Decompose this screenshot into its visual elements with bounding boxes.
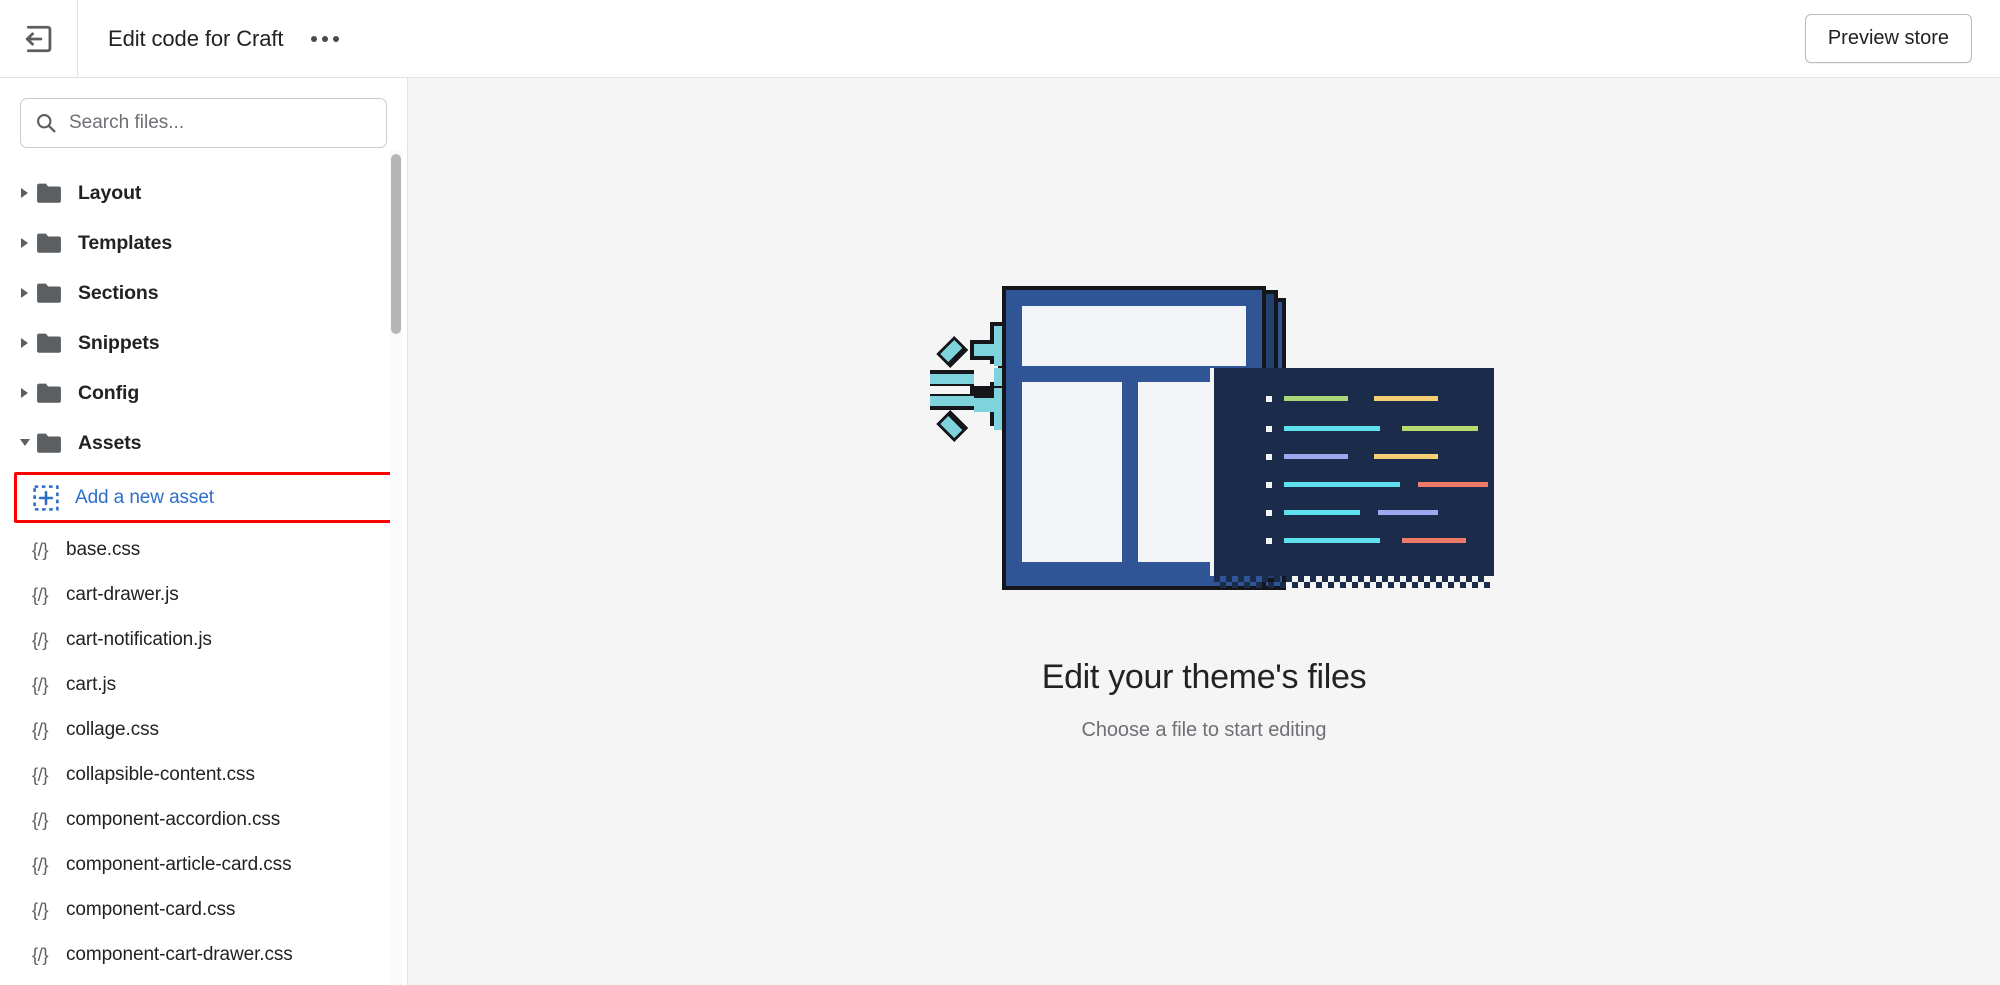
folder-icon <box>36 180 62 206</box>
asset-file-list: {/}base.css{/}cart-drawer.js{/}cart-noti… <box>0 527 407 985</box>
empty-state-subtitle: Choose a file to start editing <box>1082 719 1327 742</box>
title-group: Edit code for Craft <box>78 26 345 52</box>
code-file-icon: {/} <box>32 584 66 606</box>
more-dot <box>322 36 328 42</box>
preview-store-button[interactable]: Preview store <box>1805 14 1972 63</box>
folder-row-sections[interactable]: Sections <box>0 268 407 318</box>
file-row[interactable]: {/}component-cart-drawer.css <box>0 932 407 977</box>
empty-state-title: Edit your theme's files <box>1042 658 1367 697</box>
edit-code-page: Edit code for Craft Preview store <box>0 0 2000 985</box>
file-row[interactable]: {/}cart.js <box>0 662 407 707</box>
file-row[interactable]: {/}collapsible-content.css <box>0 752 407 797</box>
file-name-label: component-card.css <box>66 899 235 921</box>
folder-label: Config <box>78 382 139 405</box>
folder-row-config[interactable]: Config <box>0 368 407 418</box>
top-bar: Edit code for Craft Preview store <box>0 0 2000 78</box>
code-file-icon: {/} <box>32 809 66 831</box>
add-asset-highlight-box: Add a new asset <box>14 472 395 523</box>
chevron-right-icon[interactable] <box>14 287 36 299</box>
file-name-label: cart.js <box>66 674 116 696</box>
search-box[interactable] <box>20 98 387 148</box>
file-row[interactable]: {/}component-article-card.css <box>0 842 407 887</box>
code-file-icon: {/} <box>32 539 66 561</box>
folder-label: Templates <box>78 232 172 255</box>
file-row[interactable]: {/}base.css <box>0 527 407 572</box>
file-row[interactable]: {/}component-card.css <box>0 887 407 932</box>
file-row[interactable]: {/}cart-drawer.js <box>0 572 407 617</box>
main-content: Edit your theme's files Choose a file to… <box>408 78 2000 985</box>
code-file-icon: {/} <box>32 674 66 696</box>
file-name-label: component-article-card.css <box>66 854 291 876</box>
exit-editor-button[interactable] <box>0 0 78 78</box>
file-name-label: collage.css <box>66 719 159 741</box>
search-input[interactable] <box>69 112 372 134</box>
folder-icon <box>36 230 62 256</box>
code-file-icon: {/} <box>32 764 66 786</box>
folder-icon <box>36 380 62 406</box>
illustration-graphic <box>914 274 1494 634</box>
code-file-icon: {/} <box>32 854 66 876</box>
folder-icon <box>36 280 62 306</box>
code-file-icon: {/} <box>32 719 66 741</box>
folder-icon <box>36 330 62 356</box>
theme-files-illustration <box>914 274 1494 634</box>
search-icon <box>35 112 57 134</box>
folder-row-templates[interactable]: Templates <box>0 218 407 268</box>
file-tree-content: Layout Templates <box>0 168 407 985</box>
more-dot <box>333 36 339 42</box>
file-row[interactable]: {/}collage.css <box>0 707 407 752</box>
more-dot <box>311 36 317 42</box>
file-tree-sidebar: Layout Templates <box>0 78 408 985</box>
code-file-icon: {/} <box>32 944 66 966</box>
add-new-asset-label: Add a new asset <box>75 487 214 509</box>
dashed-plus-icon <box>33 485 59 511</box>
top-bar-actions: Preview store <box>1805 14 2000 63</box>
folder-label: Layout <box>78 182 141 205</box>
sidebar-scrollbar-thumb[interactable] <box>391 154 401 334</box>
page-body: Layout Templates <box>0 78 2000 985</box>
file-name-label: component-cart-drawer.css <box>66 944 293 966</box>
folder-row-layout[interactable]: Layout <box>0 168 407 218</box>
sidebar-scrollbar-track[interactable] <box>390 150 402 985</box>
add-new-asset-button[interactable]: Add a new asset <box>17 475 392 520</box>
file-name-label: component-accordion.css <box>66 809 280 831</box>
chevron-right-icon[interactable] <box>14 337 36 349</box>
search-area <box>0 78 407 154</box>
folder-row-assets[interactable]: Assets <box>0 418 407 468</box>
file-tree: Layout Templates <box>0 154 407 985</box>
page-title: Edit code for Craft <box>108 26 283 52</box>
code-file-icon: {/} <box>32 629 66 651</box>
exit-left-icon <box>23 23 55 55</box>
file-name-label: cart-drawer.js <box>66 584 179 606</box>
file-row[interactable]: {/}component-accordion.css <box>0 797 407 842</box>
file-row[interactable]: {/}cart-notification.js <box>0 617 407 662</box>
folder-label: Sections <box>78 282 158 305</box>
file-name-label: base.css <box>66 539 140 561</box>
folder-icon <box>36 430 62 456</box>
folder-row-snippets[interactable]: Snippets <box>0 318 407 368</box>
chevron-right-icon[interactable] <box>14 237 36 249</box>
code-file-icon: {/} <box>32 899 66 921</box>
more-actions-button[interactable] <box>305 28 345 50</box>
file-name-label: collapsible-content.css <box>66 764 255 786</box>
file-row[interactable]: {/}component-cart-items.css <box>0 977 407 985</box>
chevron-right-icon[interactable] <box>14 187 36 199</box>
chevron-right-icon[interactable] <box>14 387 36 399</box>
folder-label: Snippets <box>78 332 160 355</box>
folder-label: Assets <box>78 432 141 455</box>
empty-state: Edit your theme's files Choose a file to… <box>914 274 1494 742</box>
file-name-label: cart-notification.js <box>66 629 212 651</box>
chevron-down-icon[interactable] <box>14 438 36 448</box>
